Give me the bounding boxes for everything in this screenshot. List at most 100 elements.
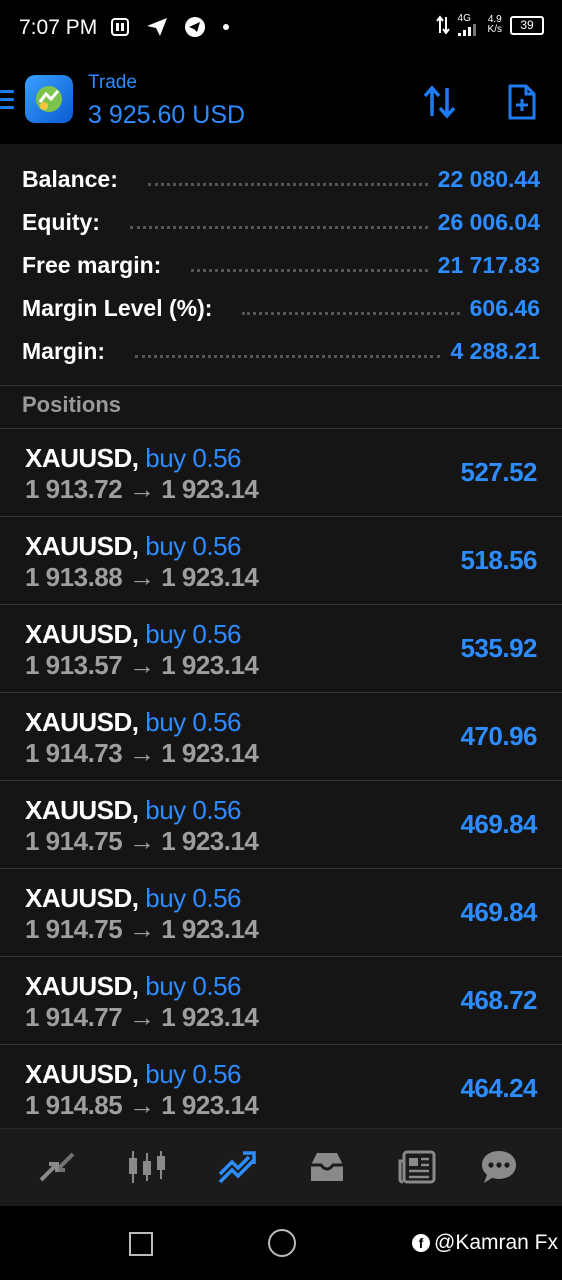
arrow-icon: → — [128, 914, 155, 944]
signal-icon — [457, 24, 476, 36]
chart-icon — [129, 1151, 165, 1183]
send-icon — [147, 18, 167, 36]
current-price: 1 923.14 — [161, 562, 259, 592]
equity-label: Equity: — [22, 208, 100, 235]
position-prices: 1 913.57 → 1 923.14 — [25, 650, 259, 681]
tab-chat[interactable] — [477, 1147, 521, 1187]
status-bar: 7:07 PM 4G 4.9 K/s 39 — [0, 0, 562, 58]
dot-icon — [223, 24, 229, 30]
battery-icon: 39 — [510, 15, 544, 35]
margin-value: 4 288.21 — [450, 337, 540, 364]
position-row[interactable]: XAUUSD, buy 0.56 1 914.75 → 1 923.14 469… — [0, 868, 562, 956]
position-row[interactable]: XAUUSD, buy 0.56 1 913.72 → 1 923.14 527… — [0, 428, 562, 516]
position-prices: 1 914.75 → 1 923.14 — [25, 826, 259, 857]
free-margin-row: Free margin: 21 717.83 — [22, 245, 540, 285]
account-summary: Balance: 22 080.44 Equity: 26 006.04 Fre… — [0, 144, 562, 385]
data-transfer-icon — [435, 15, 450, 35]
notification-icons — [110, 16, 230, 38]
position-profit: 469.84 — [460, 897, 537, 927]
tab-news[interactable] — [395, 1147, 439, 1187]
position-symbol: XAUUSD, — [25, 795, 139, 825]
battery-level: 39 — [520, 18, 534, 32]
new-order-button[interactable] — [502, 82, 542, 122]
position-symbol: XAUUSD, — [25, 619, 139, 649]
current-price: 1 923.14 — [161, 650, 259, 680]
balance-label: Balance: — [22, 165, 118, 192]
current-price: 1 923.14 — [161, 474, 259, 504]
app-header: Trade 3 925.60 USD — [0, 58, 562, 144]
position-symbol: XAUUSD, — [25, 883, 139, 913]
page-title: Trade — [88, 72, 137, 93]
position-row[interactable]: XAUUSD, buy 0.56 1 914.75 → 1 923.14 469… — [0, 780, 562, 868]
position-prices: 1 914.85 → 1 923.14 — [25, 1090, 259, 1121]
position-symbol-line: XAUUSD, buy 0.56 — [25, 971, 241, 1002]
position-symbol-line: XAUUSD, buy 0.56 — [25, 531, 241, 562]
position-prices: 1 914.77 → 1 923.14 — [25, 1002, 259, 1033]
metatrader-logo[interactable] — [25, 75, 73, 123]
watermark-text: @Kamran Fx — [434, 1231, 559, 1254]
position-prices: 1 914.75 → 1 923.14 — [25, 914, 259, 945]
position-row[interactable]: XAUUSD, buy 0.56 1 914.85 → 1 923.14 464… — [0, 1044, 562, 1132]
position-prices: 1 914.73 → 1 923.14 — [25, 738, 259, 769]
network-type: 4G — [457, 13, 471, 24]
arrow-icon: → — [128, 826, 155, 856]
balance-value: 22 080.44 — [437, 165, 540, 192]
open-price: 1 914.77 — [25, 1002, 123, 1032]
position-row[interactable]: XAUUSD, buy 0.56 1 914.77 → 1 923.14 468… — [0, 956, 562, 1044]
open-price: 1 913.57 — [25, 650, 123, 680]
position-profit: 527.52 — [460, 457, 537, 487]
menu-icon[interactable] — [0, 90, 14, 110]
dot-leader — [147, 173, 428, 186]
chat-icon — [482, 1151, 516, 1183]
header-balance: 3 925.60 USD — [88, 101, 246, 129]
quotes-icon — [39, 1152, 75, 1182]
sort-button[interactable] — [420, 82, 460, 122]
dot-leader — [191, 259, 428, 272]
margin-label: Margin: — [22, 337, 106, 364]
position-profit: 470.96 — [460, 721, 537, 751]
positions-section-title: Positions — [22, 392, 122, 417]
tab-history[interactable] — [305, 1147, 349, 1187]
current-price: 1 923.14 — [161, 1090, 259, 1120]
current-price: 1 923.14 — [161, 914, 259, 944]
current-price: 1 923.14 — [161, 1002, 259, 1032]
facebook-icon: f — [412, 1234, 430, 1252]
position-symbol-line: XAUUSD, buy 0.56 — [25, 883, 241, 914]
logo-icon — [36, 86, 62, 112]
position-symbol: XAUUSD, — [25, 443, 139, 473]
tab-chart[interactable] — [125, 1147, 169, 1187]
tab-quotes[interactable] — [35, 1147, 79, 1187]
position-symbol: XAUUSD, — [25, 531, 139, 561]
system-nav-bar: f @Kamran Fx — [0, 1206, 562, 1280]
position-symbol-line: XAUUSD, buy 0.56 — [25, 619, 241, 650]
dot-leader — [135, 345, 441, 358]
tab-trade[interactable] — [215, 1147, 259, 1187]
position-symbol: XAUUSD, — [25, 971, 139, 1001]
status-time: 7:07 PM — [19, 16, 98, 39]
margin-level-label: Margin Level (%): — [22, 294, 213, 321]
free-margin-label: Free margin: — [22, 251, 162, 278]
trade-icon — [218, 1151, 256, 1184]
position-profit: 518.56 — [460, 545, 537, 575]
position-side: buy 0.56 — [145, 707, 241, 737]
arrow-icon: → — [128, 562, 155, 592]
margin-row: Margin: 4 288.21 — [22, 331, 540, 371]
position-profit: 469.84 — [460, 809, 537, 839]
section-divider — [0, 385, 562, 386]
equity-value: 26 006.04 — [437, 208, 540, 235]
position-row[interactable]: XAUUSD, buy 0.56 1 914.73 → 1 923.14 470… — [0, 692, 562, 780]
dot-leader — [242, 302, 460, 315]
free-margin-value: 21 717.83 — [437, 251, 540, 278]
margin-level-value: 606.46 — [469, 294, 540, 321]
position-symbol-line: XAUUSD, buy 0.56 — [25, 1059, 241, 1090]
sort-icon — [423, 85, 456, 119]
position-symbol: XAUUSD, — [25, 1059, 139, 1089]
position-symbol-line: XAUUSD, buy 0.56 — [25, 707, 241, 738]
home-button[interactable] — [268, 1229, 296, 1257]
recents-button[interactable] — [129, 1232, 153, 1256]
position-profit: 535.92 — [460, 633, 537, 663]
position-row[interactable]: XAUUSD, buy 0.56 1 913.88 → 1 923.14 518… — [0, 516, 562, 604]
history-icon — [311, 1153, 343, 1181]
news-icon — [398, 1150, 436, 1184]
position-row[interactable]: XAUUSD, buy 0.56 1 913.57 → 1 923.14 535… — [0, 604, 562, 692]
